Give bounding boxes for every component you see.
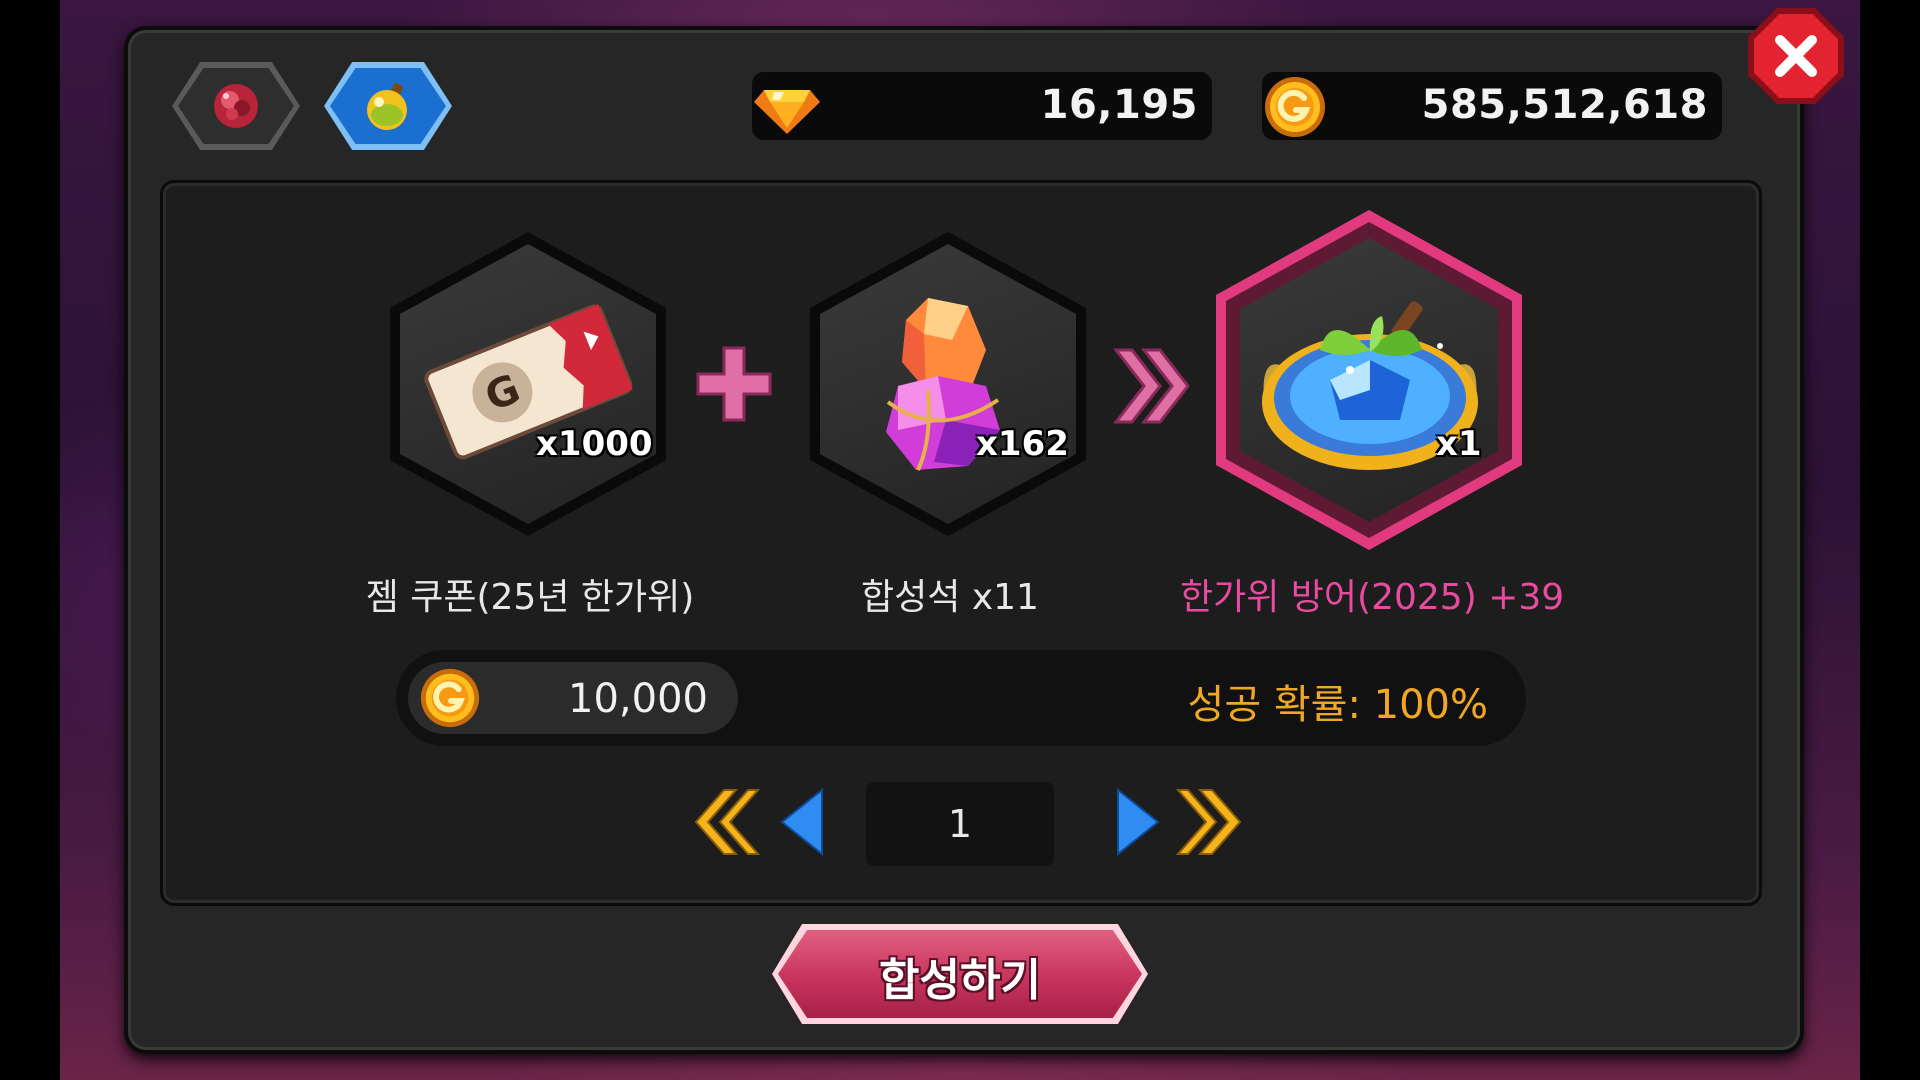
double-chevron-right-icon xyxy=(1112,348,1190,424)
coupon-quantity: x1000 xyxy=(536,424,653,464)
result-quantity: x1 xyxy=(1436,424,1482,464)
prev-page-button[interactable] xyxy=(772,784,842,860)
plus-icon xyxy=(696,346,772,422)
gem-balance: 16,195 xyxy=(752,72,1212,140)
diamond-icon xyxy=(754,90,820,134)
page-number: 1 xyxy=(866,782,1054,866)
gold-cost: 10,000 xyxy=(568,676,708,722)
synthesize-button-label: 합성하기 xyxy=(879,955,1041,1006)
success-rate: 성공 확률: 100% xyxy=(1187,682,1488,728)
gem-count: 16,195 xyxy=(1040,82,1198,128)
next-page-button[interactable] xyxy=(1098,784,1168,860)
red-gem-icon xyxy=(214,84,258,128)
result-name: 한가위 방어(2025) +39 xyxy=(1180,577,1565,618)
stone-quantity: x162 xyxy=(976,424,1069,464)
potion-orb-icon xyxy=(367,82,407,130)
cost-pill: 10,000 xyxy=(408,662,738,734)
gold-coin-icon xyxy=(420,668,480,728)
gold-balance: 585,512,618 xyxy=(1262,72,1722,140)
gold-coin-icon xyxy=(1265,77,1325,137)
coupon-name: 젬 쿠폰(25년 한가위) xyxy=(365,577,695,618)
synthesize-button[interactable]: 합성하기 xyxy=(772,924,1148,1024)
first-page-button[interactable] xyxy=(690,784,760,860)
gold-count: 585,512,618 xyxy=(1421,82,1708,128)
cost-bar: 10,000 성공 확률: 100% xyxy=(396,650,1526,746)
close-icon xyxy=(1775,35,1817,77)
close-button[interactable] xyxy=(1748,8,1844,104)
last-page-button[interactable] xyxy=(1176,784,1246,860)
stone-name: 합성석 x11 xyxy=(861,577,1039,618)
